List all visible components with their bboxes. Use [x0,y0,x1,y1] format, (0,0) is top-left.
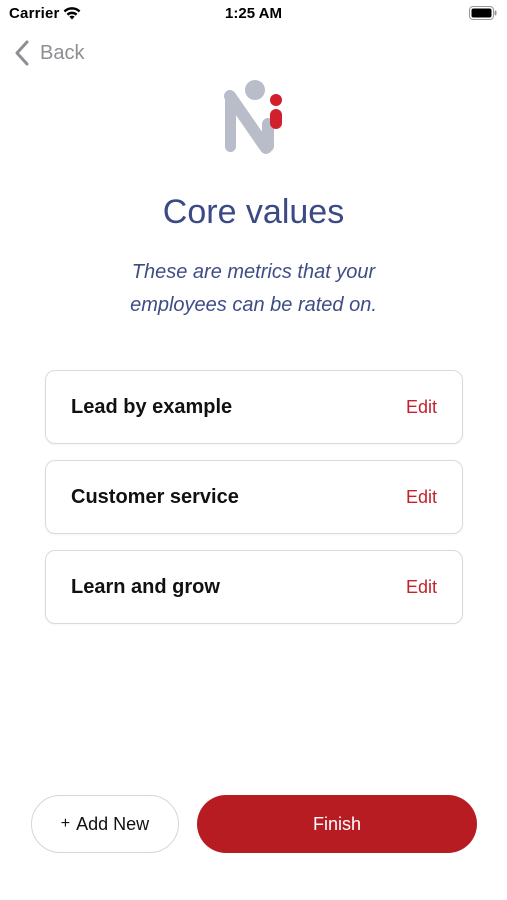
edit-button[interactable]: Edit [406,551,437,623]
core-values-list: Lead by example Edit Customer service Ed… [45,370,463,640]
plus-icon: + [60,815,71,832]
finish-button[interactable]: Finish [197,795,477,853]
value-name: Customer service [71,486,239,508]
add-new-label: Add New [76,813,150,834]
value-name: Lead by example [71,396,233,418]
edit-button[interactable]: Edit [406,461,437,533]
battery-icon [469,6,497,20]
back-button[interactable]: Back [14,38,84,68]
add-new-button[interactable]: + Add New [31,795,179,853]
back-label: Back [40,41,85,64]
status-time: 1:25 AM [225,5,282,22]
company-logo [224,80,282,154]
page-title: Core values [162,193,345,231]
page-subtitle: These are metrics that your employees ca… [130,261,377,316]
chevron-left-icon [15,40,29,66]
value-card[interactable]: Lead by example Edit [45,370,463,444]
value-card[interactable]: Customer service Edit [45,460,463,534]
value-card[interactable]: Learn and grow Edit [45,550,463,624]
edit-button[interactable]: Edit [406,371,437,443]
status-bar: Carrier 1:25 AM [0,0,507,28]
value-name: Learn and grow [71,576,220,598]
finish-label: Finish [312,813,361,834]
